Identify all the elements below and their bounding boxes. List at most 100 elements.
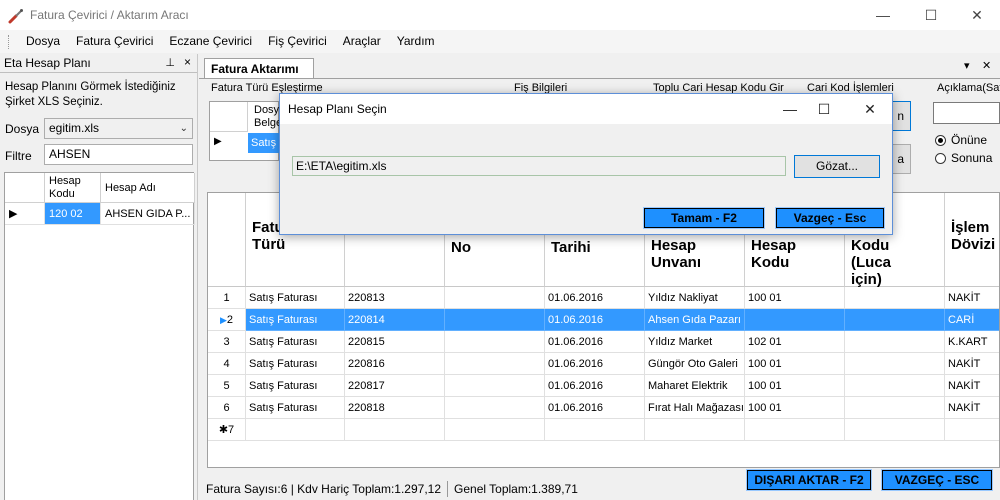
dialog-vazgec-button[interactable]: Vazgeç - Esc <box>775 207 885 229</box>
new-row-cell[interactable] <box>246 419 345 441</box>
new-row-cell[interactable] <box>445 419 545 441</box>
cell-hesap-unvani[interactable]: Maharet Elektrik <box>645 375 745 397</box>
cell-belge-no[interactable]: 220818 <box>345 397 445 419</box>
top-grid-cell[interactable]: Satış <box>248 133 280 153</box>
cell-belge-no[interactable]: 220815 <box>345 331 445 353</box>
new-row-cell[interactable] <box>345 419 445 441</box>
new-row-cell[interactable] <box>545 419 645 441</box>
dosya-combobox[interactable]: egitim.xls ⌄ <box>44 118 193 139</box>
cell-islem-dovizi[interactable]: NAKİT <box>945 287 999 309</box>
cell-tarihi[interactable]: 01.06.2016 <box>545 375 645 397</box>
vazgec-button[interactable]: VAZGEÇ - ESC <box>881 469 993 491</box>
cell-fatura-turu[interactable]: Satış Faturası <box>246 287 345 309</box>
cell-belge-no[interactable]: 220814 <box>345 309 445 331</box>
tab-fatura-aktarimi[interactable]: Fatura Aktarımı <box>204 58 314 79</box>
cell-hesap-adi[interactable]: AHSEN GIDA P... <box>101 203 195 225</box>
cell-luca-kodu[interactable] <box>845 375 945 397</box>
cell-no[interactable] <box>445 287 545 309</box>
row-number[interactable]: 6 <box>208 397 246 419</box>
cell-tarihi[interactable]: 01.06.2016 <box>545 353 645 375</box>
cell-belge-no[interactable]: 220817 <box>345 375 445 397</box>
chevron-down-icon[interactable]: ⌄ <box>180 119 188 138</box>
cell-fatura-turu[interactable]: Satış Faturası <box>246 375 345 397</box>
cell-islem-dovizi[interactable]: CARİ <box>945 309 999 331</box>
cell-no[interactable] <box>445 397 545 419</box>
cell-no[interactable] <box>445 309 545 331</box>
close-button[interactable]: ✕ <box>954 0 1000 30</box>
cell-hesap-kodu[interactable]: 100 01 <box>745 287 845 309</box>
cell-islem-dovizi[interactable]: NAKİT <box>945 353 999 375</box>
cell-tarihi[interactable]: 01.06.2016 <box>545 287 645 309</box>
cell-hesap-unvani[interactable]: Yıldız Nakliyat <box>645 287 745 309</box>
menu-fatura-cevirici[interactable]: Fatura Çevirici <box>68 30 161 53</box>
tab-close-icon[interactable]: ✕ <box>982 59 991 72</box>
cell-fatura-turu[interactable]: Satış Faturası <box>246 397 345 419</box>
cell-fatura-turu[interactable]: Satış Faturası <box>246 309 345 331</box>
menu-yardim[interactable]: Yardım <box>389 30 443 53</box>
cell-hesap-unvani[interactable]: Yıldız Market <box>645 331 745 353</box>
cell-hesap-kodu[interactable]: 100 01 <box>745 353 845 375</box>
header-islem-dovizi[interactable]: İşlem Dövizi <box>945 193 999 287</box>
table-row[interactable]: 5 Satış Faturası 220817 01.06.2016 Maharet E… <box>208 375 999 397</box>
new-row-cell[interactable] <box>845 419 945 441</box>
menu-fis-cevirici[interactable]: Fiş Çevirici <box>260 30 335 53</box>
table-row[interactable]: 3 Satış Faturası 220815 01.06.2016 Yıldız Ma… <box>208 331 999 353</box>
cell-luca-kodu[interactable] <box>845 353 945 375</box>
header-hesap-kodu[interactable]: Hesap Kodu <box>45 173 101 203</box>
new-row-cell[interactable] <box>645 419 745 441</box>
row-number[interactable]: 3 <box>208 331 246 353</box>
pin-icon[interactable]: ⊥ <box>165 56 175 69</box>
hesap-grid[interactable]: Hesap Kodu Hesap Adı ▶ 120 02 AHSEN GIDA… <box>4 172 195 500</box>
cell-hesap-unvani[interactable]: Fırat Halı Mağazası <box>645 397 745 419</box>
table-row[interactable]: 4 Satış Faturası 220816 01.06.2016 Güngör Ot… <box>208 353 999 375</box>
radio-onune-circle[interactable] <box>935 134 946 146</box>
top-grid-row-marker[interactable]: ▶ <box>214 136 222 147</box>
cell-hesap-unvani[interactable]: Ahsen Gıda Pazarı <box>645 309 745 331</box>
radio-sonuna-circle[interactable] <box>935 152 946 164</box>
row-number[interactable]: 5 <box>208 375 246 397</box>
cell-fatura-turu[interactable]: Satış Faturası <box>246 353 345 375</box>
dialog-maximize-button[interactable]: ☐ <box>804 94 844 124</box>
menu-eczane-cevirici[interactable]: Eczane Çevirici <box>161 30 260 53</box>
cell-hesap-kodu[interactable]: 120 02 <box>45 203 101 225</box>
cell-luca-kodu[interactable] <box>845 287 945 309</box>
new-row[interactable]: ✱7 <box>208 419 999 441</box>
cell-luca-kodu[interactable] <box>845 309 945 331</box>
table-row[interactable]: 1 Satış Faturası 220813 01.06.2016 Yıldız Na… <box>208 287 999 309</box>
radio-sonuna[interactable]: Sonuna <box>935 151 992 165</box>
menu-dosya[interactable]: Dosya <box>18 30 68 53</box>
menu-araclar[interactable]: Araçlar <box>335 30 389 53</box>
file-path-input[interactable]: E:\ETA\egitim.xls <box>292 156 786 176</box>
cell-no[interactable] <box>445 353 545 375</box>
new-row-cell[interactable] <box>745 419 845 441</box>
new-row-marker[interactable]: ✱7 <box>208 419 246 441</box>
table-row[interactable]: 6 Satış Faturası 220818 01.06.2016 Fırat Hal… <box>208 397 999 419</box>
browse-button[interactable]: Gözat... <box>794 155 880 178</box>
cell-hesap-kodu[interactable] <box>745 309 845 331</box>
cell-fatura-turu[interactable]: Satış Faturası <box>246 331 345 353</box>
fatura-turu-grid[interactable]: Dosya Belge ▶ Satış <box>209 101 285 161</box>
new-row-cell[interactable] <box>945 419 999 441</box>
tab-list-icon[interactable]: ▾ <box>964 59 970 72</box>
cell-islem-dovizi[interactable]: K.KART <box>945 331 999 353</box>
cell-islem-dovizi[interactable]: NAKİT <box>945 397 999 419</box>
dialog-close-button[interactable]: ✕ <box>850 94 890 124</box>
cell-luca-kodu[interactable] <box>845 331 945 353</box>
cell-tarihi[interactable]: 01.06.2016 <box>545 331 645 353</box>
cell-belge-no[interactable]: 220813 <box>345 287 445 309</box>
cell-hesap-unvani[interactable]: Güngör Oto Galeri <box>645 353 745 375</box>
cell-hesap-kodu[interactable]: 102 01 <box>745 331 845 353</box>
table-row[interactable]: ▶2 Satış Faturası 220814 01.06.2016 Ahsen Gı… <box>208 309 999 331</box>
cell-belge-no[interactable]: 220816 <box>345 353 445 375</box>
row-number[interactable]: 4 <box>208 353 246 375</box>
aciklama-input[interactable] <box>933 102 1000 124</box>
cell-tarihi[interactable]: 01.06.2016 <box>545 309 645 331</box>
maximize-button[interactable]: ☐ <box>908 0 954 30</box>
panel-close-icon[interactable]: × <box>184 55 191 69</box>
cell-hesap-kodu[interactable]: 100 01 <box>745 375 845 397</box>
filtre-input[interactable]: AHSEN <box>44 144 193 165</box>
row-number[interactable]: 1 <box>208 287 246 309</box>
tamam-button[interactable]: Tamam - F2 <box>643 207 765 229</box>
cell-no[interactable] <box>445 331 545 353</box>
disari-aktar-button[interactable]: DIŞARI AKTAR - F2 <box>746 469 872 491</box>
